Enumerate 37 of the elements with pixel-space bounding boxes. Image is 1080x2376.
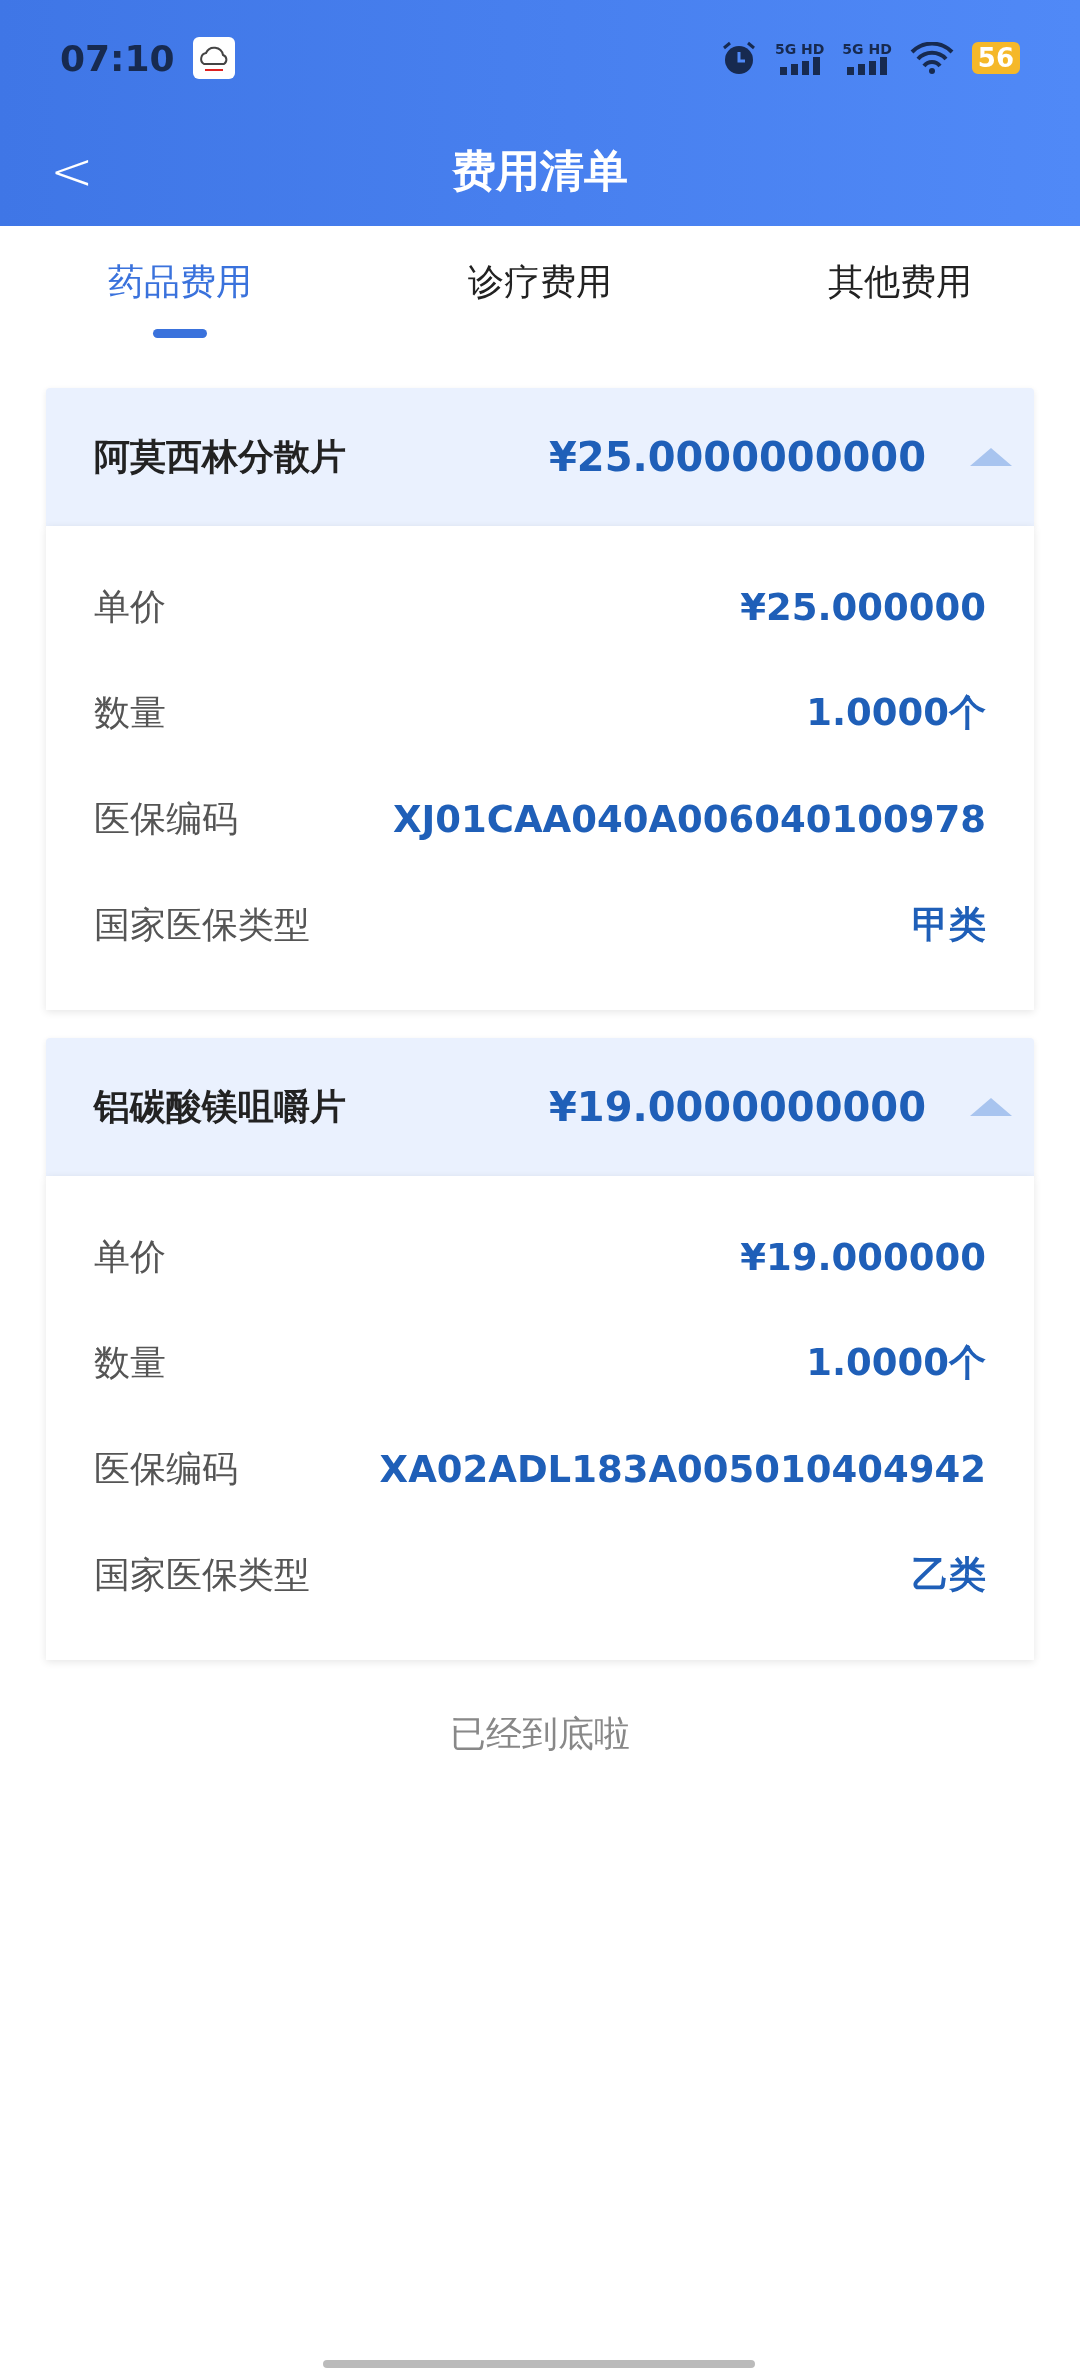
alarm-icon [720, 40, 757, 76]
item-name: 铝碳酸镁咀嚼片 [94, 1084, 346, 1129]
detail-value: 甲类 [912, 902, 986, 948]
end-of-list-text: 已经到底啦 [450, 1713, 630, 1754]
category-tab[interactable]: 药品费用 [0, 226, 360, 370]
detail-label: 单价 [94, 584, 166, 629]
item-header[interactable]: 铝碳酸镁咀嚼片 ¥19.0000000000 [46, 1038, 1034, 1176]
detail-value: 1.0000个 [806, 690, 986, 736]
detail-label: 国家医保类型 [94, 902, 310, 947]
item-header[interactable]: 阿莫西林分散片 ¥25.0000000000 [46, 388, 1034, 526]
collapse-icon[interactable] [970, 446, 1012, 468]
network-label: 5G HD [774, 41, 825, 57]
item-total: ¥19.0000000000 [549, 1084, 926, 1130]
item-total: ¥25.0000000000 [549, 434, 926, 480]
category-tab[interactable]: 诊疗费用 [360, 226, 720, 370]
detail-value: ¥25.000000 [740, 585, 986, 629]
detail-value: 1.0000个 [806, 1340, 986, 1386]
detail-label: 医保编码 [94, 1446, 238, 1491]
detail-label: 数量 [94, 1340, 166, 1385]
detail-value: XJ01CAA040A006040100978 [393, 797, 986, 841]
status-time: 07:10 [60, 37, 175, 79]
wifi-icon [909, 42, 954, 74]
detail-label: 国家医保类型 [94, 1552, 310, 1597]
app-notification-icon [192, 37, 235, 79]
detail-label: 单价 [94, 1234, 166, 1279]
detail-value: XA02ADL183A005010404942 [379, 1447, 986, 1491]
back-button[interactable]: < [40, 141, 104, 201]
collapse-icon[interactable] [970, 1096, 1012, 1118]
network-label: 5G HD [842, 41, 892, 57]
page-title: 费用清单 [452, 143, 628, 198]
category-tab[interactable]: 其他费用 [720, 226, 1080, 370]
battery-level: 56 [971, 42, 1020, 74]
item-name: 阿莫西林分散片 [94, 434, 346, 479]
detail-value: 乙类 [912, 1552, 986, 1598]
detail-label: 医保编码 [94, 796, 238, 841]
detail-label: 数量 [94, 690, 166, 735]
detail-value: ¥19.000000 [740, 1235, 986, 1279]
